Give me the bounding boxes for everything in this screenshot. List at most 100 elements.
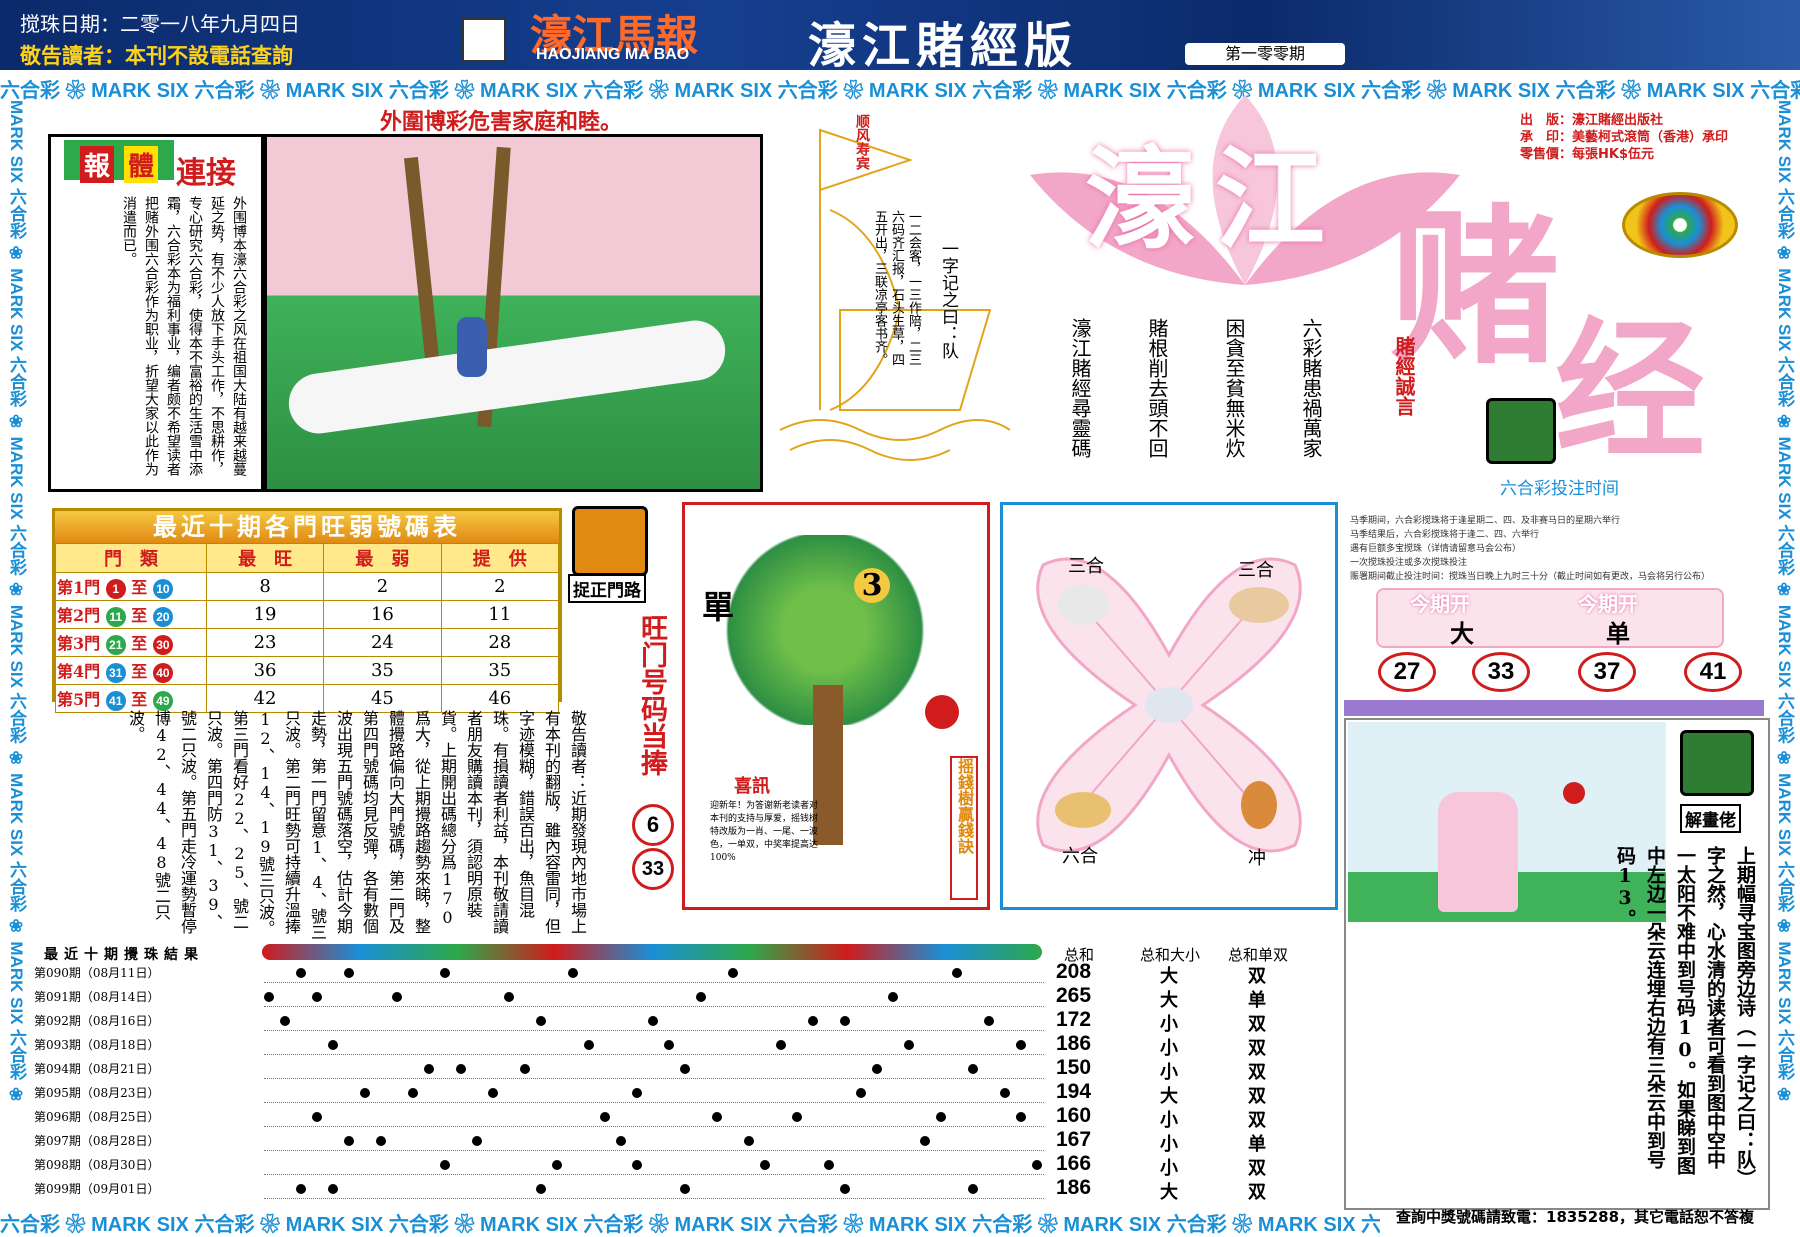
table-cell: 11 [440, 600, 560, 629]
result-dot [1000, 1088, 1010, 1098]
result-dot [376, 1136, 386, 1146]
result-dot [472, 1136, 482, 1146]
period-ball: 27 [1378, 652, 1436, 692]
result-sum: 194 [1056, 1080, 1092, 1103]
result-dot-track [264, 1156, 1044, 1175]
result-dot [520, 1064, 530, 1074]
logo-en: HAOJIANG MA BAO [536, 46, 690, 63]
big-title-3: 经 [1555, 303, 1706, 479]
result-dot [424, 1064, 434, 1074]
lucky-ball-icon [1622, 192, 1738, 258]
rule-item: 赈署期间截止投注时间：搅珠当日晚上九时三十分（截止时间如有更改，马会将另行公布） [1350, 572, 1711, 582]
result-dot [600, 1112, 610, 1122]
tree-dan: 單 [702, 588, 735, 626]
jiehua-divider [1344, 700, 1764, 716]
results-number-header [262, 944, 1042, 960]
result-row-label: 第092期（08月16日） [34, 1014, 160, 1028]
result-row-label: 第097期（08月28日） [34, 1134, 160, 1148]
right-band: MARK SIX 六合彩 ❀ MARK SIX 六合彩 ❀ MARK SIX 六… [1775, 100, 1794, 1105]
table-cell: 8 [205, 572, 325, 601]
result-size: 大 [1160, 1086, 1178, 1107]
result-size: 大 [1160, 990, 1178, 1011]
result-dot [632, 1088, 642, 1098]
hot-ball-1: 6 [632, 804, 674, 846]
result-odd: 双 [1248, 1110, 1266, 1131]
result-dot [792, 1112, 802, 1122]
proverb-label: 賭經誠言 [1392, 336, 1416, 416]
pen-hand-icon [1486, 398, 1556, 464]
issue-number: 第一零零期 [1185, 43, 1345, 65]
result-row-label: 第090期（08月11日） [34, 966, 160, 980]
result-dot [264, 992, 274, 1002]
result-dot-track [264, 1108, 1044, 1127]
door-cell: 第4門 31 至 40 [55, 656, 207, 685]
result-sum: 150 [1056, 1056, 1092, 1079]
sail-flag: 顺风寿宾 [854, 114, 870, 170]
door-label: 第1門 [57, 578, 101, 597]
ball-to: 10 [152, 579, 173, 599]
result-dot [1016, 1112, 1026, 1122]
result-dot [1032, 1160, 1042, 1170]
xixun-body: 迎新年！为答谢新老读者对本刊的支持与厚爱，摇钱树特改版为一肖、一尾、一波色，一单… [710, 801, 819, 863]
publisher-line: 零售價：每張HK$伍元 [1520, 147, 1654, 162]
tree-number: 3 [854, 568, 890, 603]
publisher-line: 出 版：濠江賭經出版社 [1520, 113, 1664, 128]
result-dot [392, 992, 402, 1002]
ball-from: 21 [105, 635, 126, 655]
result-row-label: 第099期（09月01日） [34, 1182, 160, 1196]
table-row: 第1門 1 至 10 8 2 2 [55, 572, 560, 601]
result-row-label: 第098期（08月30日） [34, 1158, 160, 1172]
table-header: 最 弱 [323, 543, 442, 573]
result-size: 小 [1160, 1158, 1178, 1179]
table-title: 最近十期各門旺弱號碼表 [55, 511, 559, 543]
result-size: 小 [1160, 1038, 1178, 1059]
article1-badge3: 連接 [176, 156, 236, 191]
zodiac-label-tr: 三合 [1238, 560, 1274, 581]
result-dot [440, 1160, 450, 1170]
result-dot [760, 1160, 770, 1170]
result-dot [920, 1136, 930, 1146]
result-dot-track [264, 1084, 1044, 1103]
result-size: 小 [1160, 1014, 1178, 1035]
result-size: 小 [1160, 1062, 1178, 1083]
ball-to: 20 [152, 607, 173, 627]
header-date: 搅珠日期：二零一八年九月四日 [20, 12, 300, 36]
door-label: 第5門 [57, 690, 101, 709]
zodiac-label-tl: 三合 [1068, 556, 1104, 577]
key-hand-icon [572, 506, 648, 576]
zodiac-label-br: 冲 [1248, 848, 1266, 869]
edition-title: 濠江賭經版 [808, 18, 1079, 74]
result-dot-track [264, 1060, 1044, 1079]
result-size: 小 [1160, 1134, 1178, 1155]
period-ball: 33 [1472, 652, 1530, 692]
result-dot [680, 1064, 690, 1074]
this-period-label-1: 今期开 [1410, 592, 1470, 616]
result-dot [568, 968, 578, 978]
zodiac-diagram [1036, 557, 1302, 853]
result-odd: 双 [1248, 1182, 1266, 1203]
result-size: 大 [1160, 966, 1178, 987]
road [284, 316, 730, 438]
footer-phone: 查詢中獎號碼請致電：1835288，其它電話恕不答複 [1396, 1208, 1755, 1226]
sail-riddle: 一字记之曰：队 [938, 240, 958, 359]
result-dot [536, 1016, 546, 1026]
result-dot [456, 1064, 466, 1074]
table-cell: 36 [205, 656, 325, 685]
result-dot [968, 1064, 978, 1074]
apple-icon [925, 695, 959, 729]
result-sum: 160 [1056, 1104, 1092, 1127]
header-notice: 敬告讀者：本刊不設電話查詢 [20, 44, 293, 68]
result-dot-track [264, 1180, 1044, 1199]
result-dot [856, 1088, 866, 1098]
result-sum: 208 [1056, 960, 1092, 983]
result-dot [296, 968, 306, 978]
table-cell: 16 [323, 600, 442, 629]
article2-body: 敬告讀者：近期發現內地市場上有本刊的翻版，雖內容雷同，但字迹模糊，錯誤百出，魚目… [126, 710, 587, 940]
table-header: 門 類 [55, 543, 207, 573]
table-cell: 28 [440, 628, 560, 657]
result-dot [552, 1160, 562, 1170]
period-ball: 37 [1578, 652, 1636, 692]
table-cell: 2 [440, 572, 560, 601]
result-dot [360, 1088, 370, 1098]
this-period-big: 大 [1450, 619, 1474, 648]
